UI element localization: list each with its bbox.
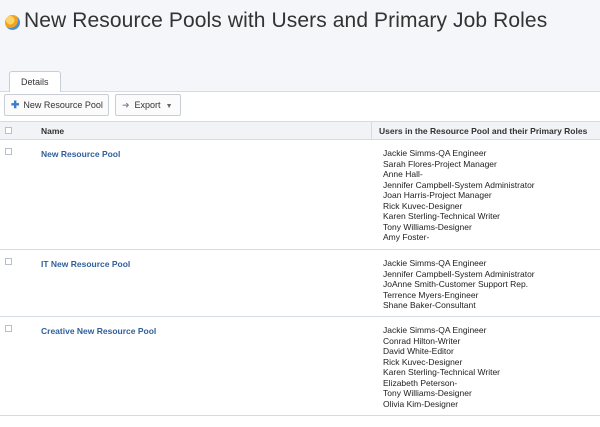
users-list: Jackie Simms-QA Engineer Conrad Hilton-W… — [383, 325, 500, 409]
plus-icon: ✚ — [11, 100, 20, 111]
list-item: Jackie Simms-QA Engineer — [383, 258, 487, 268]
list-item: David White-Editor — [383, 346, 454, 356]
select-all-checkbox[interactable] — [5, 127, 12, 134]
export-button[interactable]: ➜ Export ▼ — [115, 94, 181, 116]
table-row: New Resource Pool Jackie Simms-QA Engine… — [0, 140, 600, 250]
resource-pool-link[interactable]: IT New Resource Pool — [41, 259, 130, 269]
list-item: Tony Williams-Designer — [383, 388, 472, 398]
resource-pool-link[interactable]: New Resource Pool — [41, 149, 120, 159]
list-item: Jackie Simms-QA Engineer — [383, 325, 487, 335]
row-checkbox[interactable] — [5, 258, 12, 265]
column-divider — [371, 122, 372, 140]
list-item: Conrad Hilton-Writer — [383, 335, 461, 346]
page-header: New Resource Pools with Users and Primar… — [0, 0, 600, 93]
list-item: Tony Williams-Designer — [383, 221, 472, 232]
arrow-right-icon: ➜ — [122, 100, 130, 110]
list-item: Olivia Kim-Designer — [383, 398, 459, 409]
list-item: JoAnne Smith-Customer Support Rep. — [383, 279, 529, 289]
tab-details[interactable]: Details — [9, 71, 61, 93]
list-item: Elizabeth Peterson- — [383, 377, 458, 388]
list-item: Karen Sterling-Technical Writer — [383, 211, 500, 221]
caret-down-icon: ▼ — [165, 103, 173, 110]
row-checkbox[interactable] — [5, 148, 12, 155]
users-list: Jackie Simms-QA Engineer Jennifer Campbe… — [383, 258, 535, 311]
table-header: Name Users in the Resource Pool and thei… — [0, 121, 600, 140]
new-resource-pool-button[interactable]: ✚ New Resource Pool — [4, 94, 109, 116]
page-title: New Resource Pools with Users and Primar… — [24, 9, 548, 32]
list-item: Shane Baker-Consultant — [383, 300, 476, 310]
toolbar: ✚ New Resource Pool ➜ Export ▼ — [0, 92, 600, 122]
pie-chart-icon — [5, 15, 20, 30]
table-row: IT New Resource Pool Jackie Simms-QA Eng… — [0, 250, 600, 317]
users-list: Jackie Simms-QA Engineer Sarah Flores-Pr… — [383, 148, 535, 243]
list-item: Sarah Flores-Project Manager — [383, 158, 497, 169]
export-label: Export — [134, 100, 161, 110]
list-item: Rick Kuvec-Designer — [383, 200, 463, 211]
table-bottom-border — [0, 415, 600, 416]
list-item: Jackie Simms-QA Engineer — [383, 148, 487, 158]
new-resource-pool-label: New Resource Pool — [23, 100, 103, 110]
table-row: Creative New Resource Pool Jackie Simms-… — [0, 317, 600, 415]
list-item: Karen Sterling-Technical Writer — [383, 367, 500, 377]
list-item: Jennifer Campbell-System Administrator — [383, 268, 535, 279]
column-header-name[interactable]: Name — [41, 122, 64, 140]
list-item: Terrence Myers-Engineer — [383, 289, 479, 300]
column-header-users[interactable]: Users in the Resource Pool and their Pri… — [379, 122, 587, 140]
row-checkbox[interactable] — [5, 325, 12, 332]
list-item: Jennifer Campbell-System Administrator — [383, 179, 535, 190]
list-item: Rick Kuvec-Designer — [383, 356, 463, 367]
resource-pool-link[interactable]: Creative New Resource Pool — [41, 326, 156, 336]
list-item: Joan Harris-Project Manager — [383, 190, 492, 200]
list-item: Anne Hall- — [383, 169, 423, 179]
list-item: Amy Foster- — [383, 232, 430, 242]
